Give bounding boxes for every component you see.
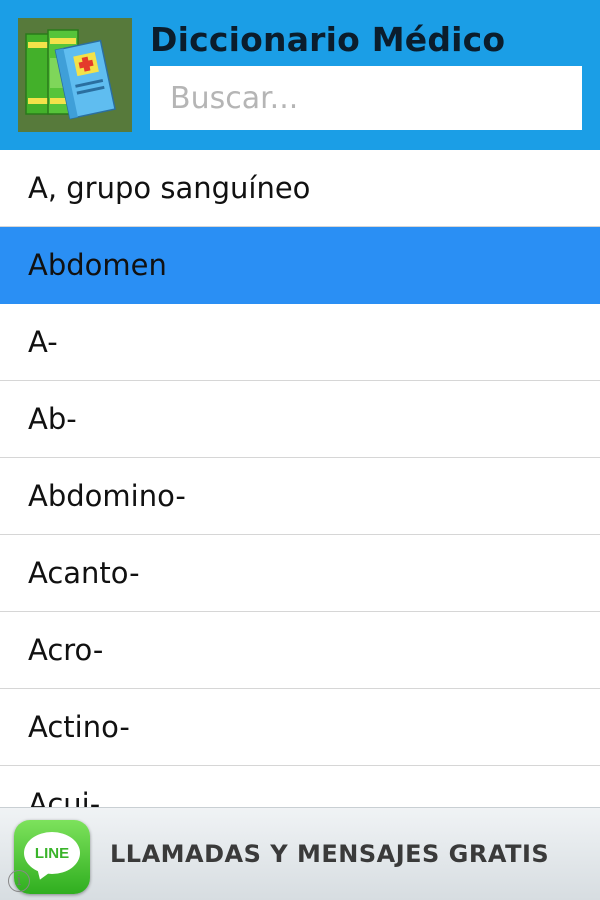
ad-banner[interactable]: LINE i LLAMADAS Y MENSAJES GRATIS <box>0 807 600 900</box>
info-icon[interactable]: i <box>8 870 30 892</box>
list-item[interactable]: Actino- <box>0 689 600 766</box>
app-header: Diccionario Médico <box>0 0 600 150</box>
list-item[interactable]: Acanto- <box>0 535 600 612</box>
app-title: Diccionario Médico <box>150 20 506 59</box>
term-list[interactable]: A, grupo sanguíneo Abdomen A- Ab- Abdomi… <box>0 150 600 807</box>
list-item[interactable]: A- <box>0 304 600 381</box>
list-item[interactable]: Acro- <box>0 612 600 689</box>
list-item[interactable]: A, grupo sanguíneo <box>0 150 600 227</box>
list-item[interactable]: Ab- <box>0 381 600 458</box>
medical-books-icon <box>18 18 132 132</box>
ad-text[interactable]: LLAMADAS Y MENSAJES GRATIS <box>110 840 549 868</box>
line-logo-text: LINE <box>24 832 80 874</box>
search-input[interactable] <box>150 66 582 130</box>
list-item[interactable]: Abdomino- <box>0 458 600 535</box>
list-item[interactable]: Acui- <box>0 766 600 807</box>
list-item-selected[interactable]: Abdomen <box>0 227 600 304</box>
